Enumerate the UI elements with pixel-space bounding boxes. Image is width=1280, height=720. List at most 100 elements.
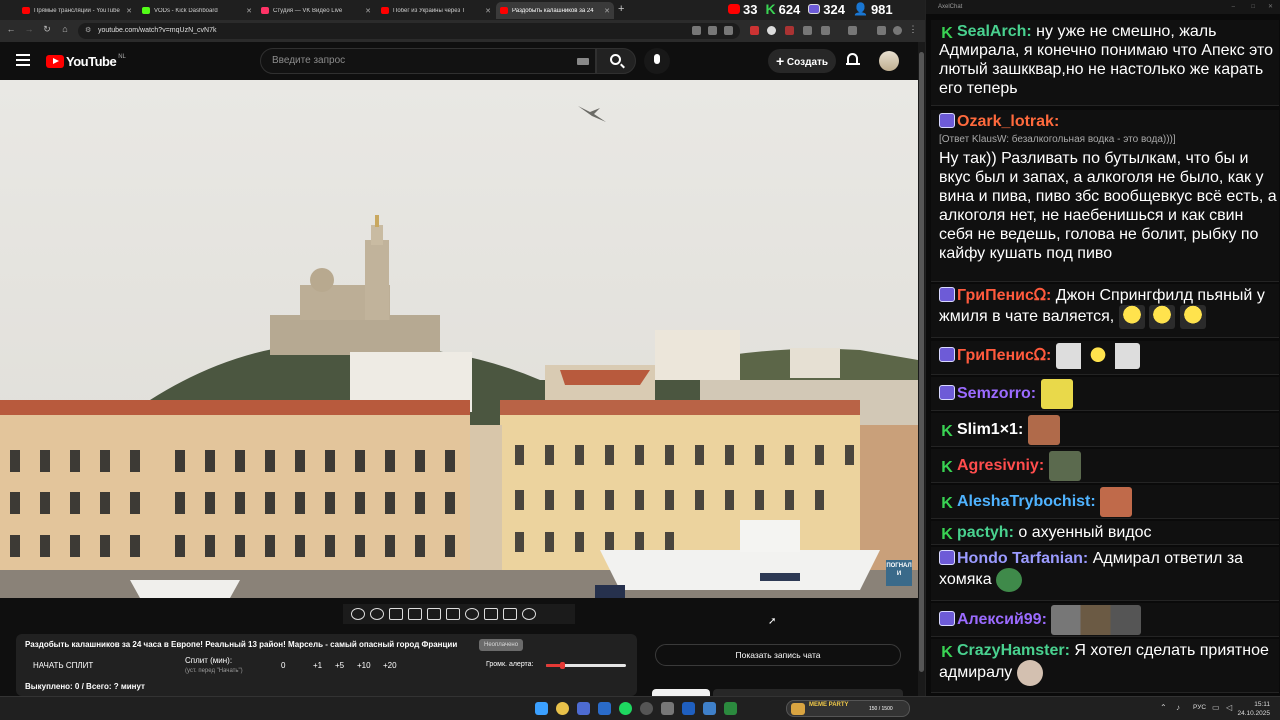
browser-toolbar: ← → ↻ ⌂ ⚙ youtube.com/watch?v=mqUzN_cvN7…	[0, 20, 925, 42]
browser-tab[interactable]: VODs - Kick Dashboard ✕	[138, 2, 256, 19]
search-button[interactable]	[596, 48, 636, 74]
alert-volume-slider[interactable]	[546, 662, 626, 669]
site-info-icon[interactable]: ⚙	[85, 23, 91, 39]
loop-icon[interactable]	[351, 608, 365, 620]
volume-icon[interactable]: ◁	[1226, 703, 1232, 712]
add-20-button[interactable]: +20	[383, 661, 397, 670]
steam-icon[interactable]	[598, 702, 611, 715]
close-tab-icon[interactable]: ✕	[604, 7, 610, 15]
meme-party-widget[interactable]: MEME PARTY 150 / 1500	[786, 700, 910, 717]
chip[interactable]	[652, 689, 710, 696]
volume-thumb[interactable]	[560, 662, 565, 669]
close-tab-icon[interactable]: ✕	[365, 7, 371, 15]
tray-up-arrow-icon[interactable]: ⌃	[1160, 703, 1167, 712]
close-tab-icon[interactable]: ✕	[485, 7, 491, 15]
close-tab-icon[interactable]: ✕	[126, 7, 132, 15]
forward-icon[interactable]: →	[22, 24, 36, 34]
show-chat-replay-button[interactable]: Показать запись чата	[655, 644, 901, 666]
add-5-button[interactable]: +5	[335, 661, 344, 670]
scrollbar-thumb[interactable]	[919, 52, 924, 672]
live-badge-icon	[939, 347, 955, 363]
telegram-icon[interactable]	[703, 702, 716, 715]
page-scrollbar[interactable]	[918, 42, 925, 696]
plus-icon: +	[775, 53, 785, 69]
minimize-icon[interactable]: –	[1232, 0, 1235, 14]
extensions-puzzle-icon[interactable]	[821, 26, 830, 35]
maximize-icon[interactable]: □	[1251, 0, 1255, 14]
chat-reply-quote: [Ответ KlausW: безалкогольная водка - эт…	[939, 134, 1176, 145]
home-icon[interactable]: ⌂	[58, 24, 72, 34]
theater-mode-icon[interactable]	[446, 608, 460, 620]
hamburger-menu-icon[interactable]	[16, 54, 30, 66]
search-input[interactable]: Введите запрос	[260, 48, 596, 74]
discord-icon[interactable]	[577, 702, 590, 715]
split-view-icon[interactable]	[877, 26, 886, 35]
split-control-panel: Раздобыть калашников за 24 часа в Европе…	[16, 634, 637, 696]
kick-badge-icon: K	[941, 644, 953, 661]
chat-nick: Semzorro	[957, 385, 1031, 403]
bookmark-star-icon[interactable]	[724, 26, 733, 35]
back-icon[interactable]: ←	[4, 24, 18, 34]
browser-tab[interactable]: Студия — VK Видео Live ✕	[257, 2, 375, 19]
tab-title: Раздобыть калашников за 24	[512, 7, 594, 14]
screenshot-settings-icon[interactable]	[389, 608, 403, 620]
channel-watermark: ПОГНАЛИ	[886, 560, 912, 586]
add-bookmark-icon[interactable]	[484, 608, 498, 620]
app-icon[interactable]	[724, 702, 737, 715]
extension-icon[interactable]	[785, 26, 794, 35]
download-icon[interactable]	[848, 26, 857, 35]
keyboard-language[interactable]: РУС	[1193, 704, 1206, 711]
reload-icon[interactable]: ↻	[40, 24, 54, 35]
extension-icon[interactable]	[767, 26, 776, 35]
kick-badge-icon: K	[941, 526, 953, 543]
youtube-favicon-icon	[381, 7, 389, 14]
url-text: youtube.com/watch?v=mqUzN_cvN7k	[98, 27, 217, 34]
close-icon[interactable]: ✕	[1268, 0, 1273, 14]
broadcast-icon[interactable]	[370, 608, 384, 620]
obs-icon[interactable]	[640, 702, 653, 715]
youtube-logo[interactable]: YouTube NL	[46, 54, 126, 69]
app-icon[interactable]	[661, 702, 674, 715]
mouse-cursor-icon: ➚	[768, 616, 777, 627]
chrome-icon[interactable]	[556, 702, 569, 715]
browser-tab-active[interactable]: Раздобыть калашников за 24 ✕	[496, 2, 614, 19]
network-icon[interactable]: ▭	[1212, 703, 1220, 712]
browser-tab[interactable]: Прямые трансляции - YouTube ✕	[18, 2, 136, 19]
profile-icon[interactable]	[893, 26, 902, 35]
spotify-icon[interactable]	[619, 702, 632, 715]
start-menu-icon[interactable]	[535, 702, 548, 715]
fullscreen-frame-icon[interactable]	[427, 608, 441, 620]
menu-dots-icon[interactable]: ⋮	[906, 24, 920, 35]
taskbar-clock[interactable]: 15:11 24.10.2025	[1237, 700, 1270, 718]
film-icon[interactable]	[408, 608, 422, 620]
camera-icon[interactable]	[503, 608, 517, 620]
app-icon[interactable]	[682, 702, 695, 715]
voice-search-button[interactable]	[644, 48, 670, 74]
new-tab-button[interactable]: +	[618, 3, 624, 15]
zoom-icon[interactable]	[708, 26, 717, 35]
add-10-button[interactable]: +10	[357, 661, 371, 670]
address-bar[interactable]: ⚙ youtube.com/watch?v=mqUzN_cvN7k	[78, 23, 740, 39]
chip[interactable]	[713, 689, 903, 696]
gear-icon[interactable]	[522, 608, 536, 620]
tab-title: VODs - Kick Dashboard	[154, 7, 218, 14]
add-1-button[interactable]: +1	[313, 661, 322, 670]
clock-date: 24.10.2025	[1237, 710, 1270, 717]
keyboard-icon[interactable]	[577, 58, 589, 65]
video-player[interactable]: ПОГНАЛИ	[0, 80, 918, 598]
cast-icon[interactable]	[692, 26, 701, 35]
notifications-bell-icon[interactable]	[846, 53, 860, 67]
close-tab-icon[interactable]: ✕	[246, 7, 252, 15]
microphone-tray-icon[interactable]: ♪	[1176, 703, 1180, 712]
extension-control-bar	[343, 604, 575, 624]
start-split-button[interactable]: НАЧАТЬ СПЛИТ	[33, 661, 93, 670]
browser-tab[interactable]: Побег из Украины через Т ✕	[377, 2, 495, 19]
widget-count: 150 / 1500	[869, 706, 893, 712]
speed-gauge-icon[interactable]	[465, 608, 479, 620]
avatar[interactable]	[879, 51, 899, 71]
extension-icon[interactable]	[750, 26, 759, 35]
doge-icon	[791, 703, 805, 715]
extension-icon[interactable]	[803, 26, 812, 35]
split-value-field[interactable]: 0	[281, 661, 285, 670]
create-button[interactable]: + Создать	[768, 49, 836, 73]
